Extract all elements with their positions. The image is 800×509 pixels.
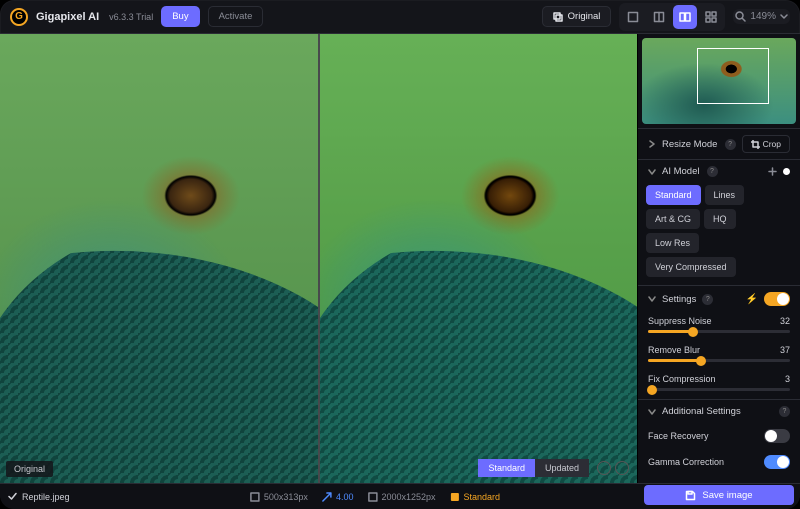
bolt-icon: ⚡ xyxy=(746,294,758,305)
source-dimensions: 500x313px xyxy=(250,492,308,502)
filename: Reptile.jpeg xyxy=(8,492,70,502)
navigator-thumbnail[interactable] xyxy=(642,38,796,124)
status-dot xyxy=(783,168,790,175)
buy-button[interactable]: Buy xyxy=(161,6,199,27)
magnifier-icon xyxy=(735,11,746,22)
src-dims-text: 500x313px xyxy=(264,492,308,502)
image-viewer[interactable]: Original Standard Updated xyxy=(0,34,638,483)
resize-mode-label: Resize Mode xyxy=(662,139,719,150)
help-icon[interactable]: ? xyxy=(725,139,736,150)
face-dot-2 xyxy=(615,461,629,475)
scale-factor: 4.00 xyxy=(322,492,354,502)
ai-model-row[interactable]: AI Model ? xyxy=(638,159,800,183)
face-recovery-row: Face Recovery xyxy=(638,423,800,449)
help-icon[interactable]: ? xyxy=(779,406,790,417)
split-view-icon[interactable] xyxy=(647,5,671,29)
ai-model-label: AI Model xyxy=(662,166,701,177)
chevron-down-icon xyxy=(780,13,788,21)
app-window: G Gigapixel AI v6.3.3 Trial Buy Activate… xyxy=(0,0,800,509)
face-indicators xyxy=(597,461,629,475)
suppress-noise-slider[interactable]: Suppress Noise 32 xyxy=(638,312,800,341)
suppress-noise-value: 32 xyxy=(780,316,790,326)
model-chips: Standard Lines Art & CG HQ Low Res Very … xyxy=(638,183,800,285)
model-chip-verycompressed[interactable]: Very Compressed xyxy=(646,257,736,277)
chevron-down-icon xyxy=(648,295,656,303)
zoom-value: 149% xyxy=(750,11,776,22)
original-view-label: Original xyxy=(568,11,601,22)
filename-text: Reptile.jpeg xyxy=(22,492,70,502)
stack-icon xyxy=(553,12,563,22)
model-chip-artcg[interactable]: Art & CG xyxy=(646,209,700,229)
single-view-icon[interactable] xyxy=(621,5,645,29)
scale-text: 4.00 xyxy=(336,492,354,502)
check-icon xyxy=(8,492,17,501)
resize-mode-row[interactable]: Resize Mode ? Crop xyxy=(638,128,800,159)
model-status-text: Standard xyxy=(464,492,501,502)
auto-settings-toggle[interactable] xyxy=(764,292,790,306)
original-half xyxy=(0,34,318,483)
status-center: 500x313px 4.00 2000x1252px Standard xyxy=(250,492,500,502)
remove-blur-value: 37 xyxy=(780,345,790,355)
gamma-label: Gamma Correction xyxy=(648,457,724,467)
suppress-noise-label: Suppress Noise xyxy=(648,316,712,326)
remove-blur-label: Remove Blur xyxy=(648,345,700,355)
output-dimensions: 2000x1252px xyxy=(367,492,435,502)
app-name: Gigapixel AI xyxy=(36,11,99,23)
split-container xyxy=(0,34,637,483)
model-chip-standard[interactable]: Standard xyxy=(646,185,701,205)
settings-row[interactable]: Settings ? ⚡ xyxy=(638,285,800,312)
grid-view-icon[interactable] xyxy=(699,5,723,29)
crop-label: Crop xyxy=(763,139,781,149)
model-chip-hq[interactable]: HQ xyxy=(704,209,736,229)
fix-compression-value: 3 xyxy=(785,374,790,384)
save-image-label: Save image xyxy=(702,490,752,501)
chevron-right-icon xyxy=(648,140,656,148)
app-logo: G xyxy=(10,8,28,26)
model-chip-lines[interactable]: Lines xyxy=(705,185,745,205)
crop-button[interactable]: Crop xyxy=(742,135,790,153)
model-status: Standard xyxy=(450,492,501,502)
gamma-row: Gamma Correction xyxy=(638,449,800,475)
app-version: v6.3.3 Trial xyxy=(109,12,153,22)
original-view-button[interactable]: Original xyxy=(542,6,612,27)
help-icon[interactable]: ? xyxy=(702,294,713,305)
model-icon xyxy=(450,492,460,502)
face-recovery-toggle[interactable] xyxy=(764,429,790,443)
dimensions-icon xyxy=(250,492,260,502)
save-image-button[interactable]: Save image xyxy=(644,485,794,505)
processed-tab-standard[interactable]: Standard xyxy=(478,459,535,477)
model-chip-lowres[interactable]: Low Res xyxy=(646,233,699,253)
processed-label-tabs: Standard Updated xyxy=(478,459,589,477)
additional-settings-label: Additional Settings xyxy=(662,406,773,417)
settings-label: Settings xyxy=(662,294,696,305)
face-recovery-label: Face Recovery xyxy=(648,431,709,441)
face-dot-1 xyxy=(597,461,611,475)
additional-settings-row[interactable]: Additional Settings ? xyxy=(638,399,800,423)
activate-button[interactable]: Activate xyxy=(208,6,264,27)
zoom-control[interactable]: 149% xyxy=(733,9,790,24)
chevron-down-icon xyxy=(648,408,656,416)
scale-icon xyxy=(322,492,332,502)
gamma-toggle[interactable] xyxy=(764,455,790,469)
remove-blur-slider[interactable]: Remove Blur 37 xyxy=(638,341,800,370)
processed-half xyxy=(318,34,638,483)
processed-tab-updated[interactable]: Updated xyxy=(535,459,589,477)
out-dims-text: 2000x1252px xyxy=(381,492,435,502)
crop-icon xyxy=(751,140,760,149)
save-icon xyxy=(685,490,696,501)
side-by-side-view-icon[interactable] xyxy=(673,5,697,29)
main-row: Original Standard Updated Resize Mode ? xyxy=(0,34,800,483)
chevron-down-icon xyxy=(648,168,656,176)
navigator-viewport-rect[interactable] xyxy=(697,48,769,104)
original-label-badge: Original xyxy=(6,461,53,477)
plus-icon[interactable] xyxy=(768,167,777,176)
top-bar: G Gigapixel AI v6.3.3 Trial Buy Activate… xyxy=(0,0,800,34)
side-panel: Resize Mode ? Crop AI Model ? Standard L… xyxy=(638,34,800,483)
help-icon[interactable]: ? xyxy=(707,166,718,177)
fix-compression-label: Fix Compression xyxy=(648,374,716,384)
compare-mode-group xyxy=(619,3,725,31)
dimensions-icon xyxy=(367,492,377,502)
fix-compression-slider[interactable]: Fix Compression 3 xyxy=(638,370,800,399)
